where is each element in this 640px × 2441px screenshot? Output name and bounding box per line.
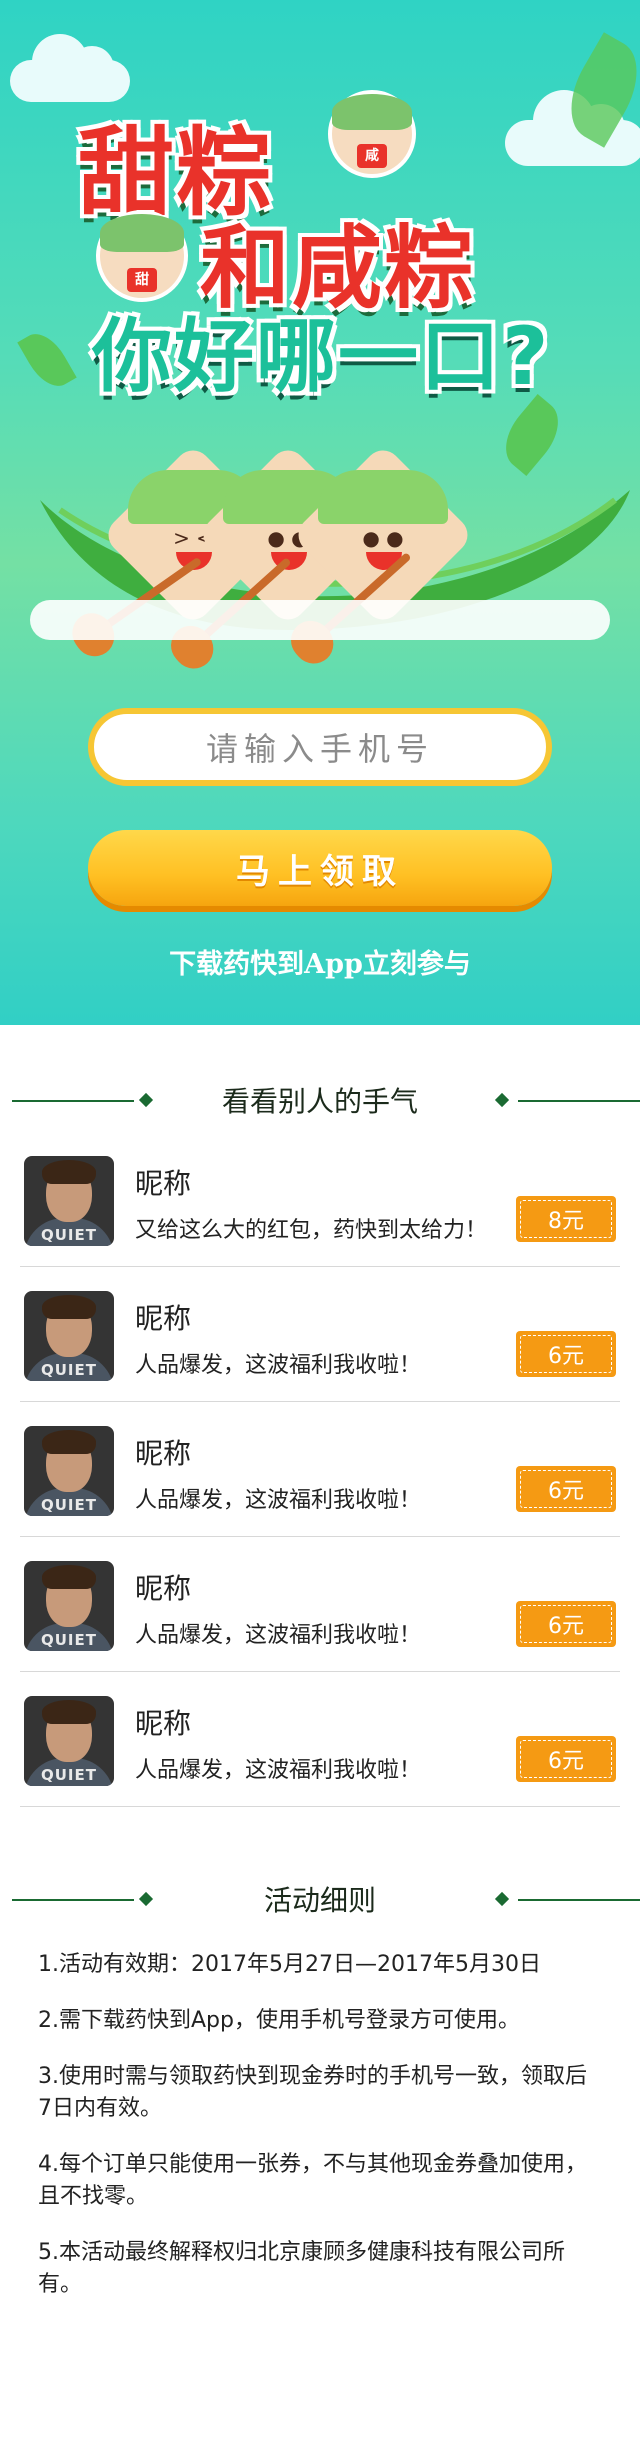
- salty-tag: 咸: [357, 144, 387, 168]
- rule-item: 4.每个订单只能使用一张券，不与其他现金券叠加使用，且不找零。: [38, 2152, 587, 2209]
- rule-item: 3.使用时需与领取药快到现金券时的手机号一致，领取后7日内有效。: [38, 2064, 587, 2121]
- nickname: 昵称: [135, 1707, 192, 1740]
- winner-message: 人品爆发，这波福利我收啦！: [135, 1353, 422, 1378]
- coupon-amount-badge: 8元: [516, 1196, 616, 1242]
- avatar: QUIET: [24, 1291, 114, 1381]
- list-item: QUIET 昵称 又给这么大的红包，药快到太给力！ 8元: [20, 1132, 620, 1267]
- avatar: QUIET: [24, 1696, 114, 1786]
- download-app-hint[interactable]: 下载药快到App立刻参与: [0, 942, 640, 981]
- avatar: QUIET: [24, 1426, 114, 1516]
- rule-item: 2.需下载药快到App，使用手机号登录方可使用。: [38, 2008, 520, 2033]
- list-item: QUIET 昵称 人品爆发，这波福利我收啦！ 6元: [20, 1672, 620, 1807]
- avatar: QUIET: [24, 1561, 114, 1651]
- sweet-mascot: 甜: [96, 210, 188, 302]
- nickname: 昵称: [135, 1572, 192, 1605]
- winners-list: QUIET 昵称 又给这么大的红包，药快到太给力！ 8元 QUIET 昵称 人品…: [0, 1132, 640, 1807]
- nickname: 昵称: [135, 1167, 192, 1200]
- title-line-3: 你好哪一口?: [92, 310, 551, 403]
- salty-mascot: 咸: [328, 90, 416, 178]
- list-item: QUIET 昵称 人品爆发，这波福利我收啦！ 6元: [20, 1267, 620, 1402]
- rule-item: 5.本活动最终解释权归北京康顾多健康科技有限公司所有。: [38, 2240, 565, 2297]
- rules-heading: 活动细则: [263, 1884, 376, 1917]
- records-heading: 看看别人的手气: [221, 1085, 418, 1118]
- winner-message: 人品爆发，这波福利我收啦！: [135, 1488, 422, 1513]
- records-section-header: 看看别人的手气: [0, 1068, 640, 1132]
- list-item: QUIET 昵称 人品爆发，这波福利我收啦！ 6元: [20, 1402, 620, 1537]
- phone-number-input[interactable]: 请输入手机号: [88, 708, 552, 786]
- rules-section-header: 活动细则: [0, 1867, 640, 1931]
- sweet-tag: 甜: [127, 268, 157, 292]
- coupon-amount-badge: 6元: [516, 1736, 616, 1782]
- winner-message: 人品爆发，这波福利我收啦！: [135, 1758, 422, 1783]
- coupon-amount-badge: 6元: [516, 1331, 616, 1377]
- nickname: 昵称: [135, 1302, 192, 1335]
- campaign-title: 甜粽 和咸粽 你好哪一口?: [0, 0, 640, 440]
- avatar: QUIET: [24, 1156, 114, 1246]
- rule-item: 1.活动有效期：2017年5月27日—2017年5月30日: [38, 1952, 541, 1977]
- coupon-amount-badge: 6元: [516, 1466, 616, 1512]
- rules-list: 1.活动有效期：2017年5月27日—2017年5月30日 2.需下载药快到Ap…: [0, 1931, 640, 2301]
- nickname: 昵称: [135, 1437, 192, 1470]
- winner-message: 又给这么大的红包，药快到太给力！: [135, 1218, 488, 1243]
- coupon-amount-badge: 6元: [516, 1601, 616, 1647]
- hero-banner: 甜粽 和咸粽 你好哪一口? 咸 甜 > < ● ● ● ● 请输入手机号 马上领…: [0, 0, 640, 1025]
- winner-message: 人品爆发，这波福利我收啦！: [135, 1623, 422, 1648]
- water-splash: [30, 600, 610, 640]
- list-item: QUIET 昵称 人品爆发，这波福利我收啦！ 6元: [20, 1537, 620, 1672]
- claim-now-button[interactable]: 马上领取: [88, 830, 552, 906]
